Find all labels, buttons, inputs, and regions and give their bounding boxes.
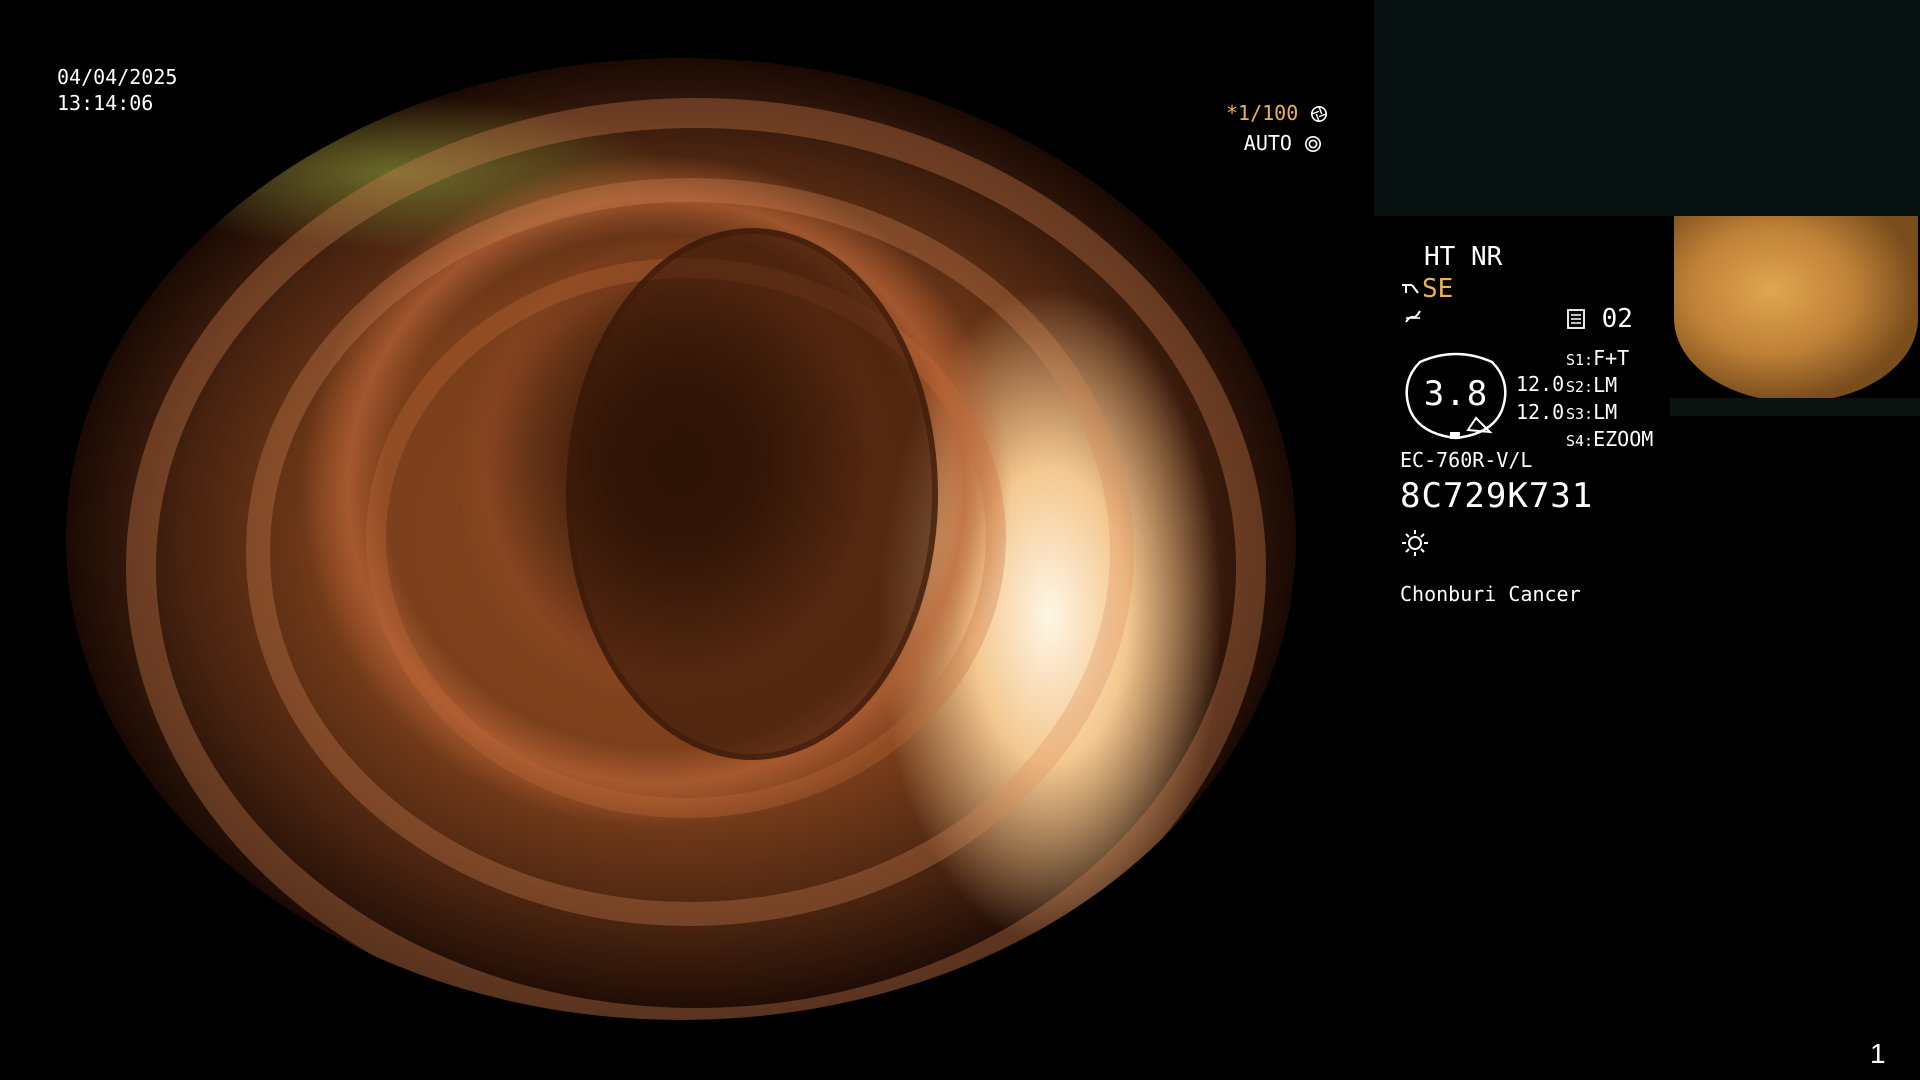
mode-row: 02: [1566, 304, 1633, 334]
aperture-icon: [1311, 105, 1328, 123]
switch-s3: S3:LM: [1566, 400, 1618, 424]
value-a-text: 12.0: [1516, 372, 1565, 396]
ht-nr-text: HT NR: [1424, 242, 1503, 272]
filter-row: [1402, 306, 1424, 332]
light-row: [1400, 528, 1430, 562]
exposure-block: *1/100 AUTO: [1226, 98, 1328, 158]
mode-code-text: 02: [1601, 304, 1633, 334]
switch-s1: S1:F+T: [1566, 346, 1630, 370]
values-column: 12.0 12.0: [1516, 370, 1564, 426]
value-b-text: 12.0: [1516, 400, 1565, 424]
light-icon: [1402, 530, 1428, 556]
top-right-panel: [1374, 0, 1920, 216]
zoom-value-text: 3.8: [1423, 374, 1489, 414]
switch-list: S1:F+T S2:LM S3:LM S4:EZOOM: [1566, 346, 1653, 454]
switch-s2: S2:LM: [1566, 373, 1618, 397]
switch-s4: S4:EZOOM: [1566, 427, 1654, 451]
endoscope-view: [66, 58, 1296, 1020]
datetime-block: 04/04/2025 13:14:06: [57, 64, 177, 116]
thumbnail-image[interactable]: [1674, 216, 1918, 402]
filter-icon: [1405, 310, 1421, 323]
scope-model-text: EC-760R-V/L: [1400, 448, 1533, 472]
shutter-text: *1/100: [1226, 101, 1299, 125]
time-text: 13:14:06: [57, 91, 154, 115]
thumbnail-strip: [1670, 398, 1920, 416]
date-text: 04/04/2025: [57, 65, 178, 89]
auto-text: AUTO: [1243, 131, 1292, 155]
institution-text: Chonburi Cancer: [1400, 582, 1581, 606]
iris-icon: [1304, 135, 1322, 153]
memory-icon: [1567, 309, 1585, 329]
serial-text: 8C729K731: [1400, 476, 1594, 516]
enhancement-icon: [1402, 284, 1419, 294]
page-number: 1: [1870, 1038, 1886, 1069]
zoom-indicator: 3.8: [1400, 352, 1512, 442]
se-text: SE: [1422, 274, 1454, 304]
se-row: SE: [1400, 274, 1453, 304]
lumen: [566, 228, 938, 760]
